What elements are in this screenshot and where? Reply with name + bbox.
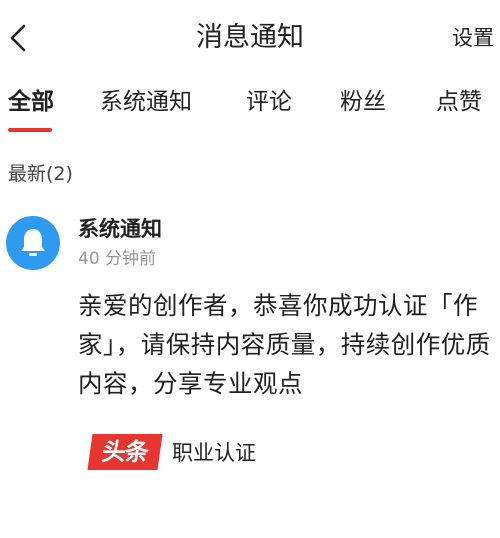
active-tab-indicator [8,128,52,132]
notification-message: 亲爱的创作者，恭喜你成功认证「作家」，请保持内容质量，持续创作优质内容，分享专业… [78,291,491,398]
page-title: 消息通知 [196,22,304,53]
tab-bar: 全部 系统通知 评论 粉丝 点赞 [0,82,500,138]
toutiao-logo: 头条 [87,434,163,470]
bell-icon [21,229,45,256]
header-bar: 消息通知 设置 [0,0,500,76]
tab-followers[interactable]: 粉丝 [340,82,386,122]
notification-time: 40 分钟前 [78,249,157,269]
certification-label: 职业认证 [172,441,256,465]
tab-system-notifications[interactable]: 系统通知 [100,82,192,122]
settings-button[interactable]: 设置 [452,22,494,54]
notification-sender: 系统通知 [78,217,162,241]
notifications-page: 消息通知 设置 全部 系统通知 评论 粉丝 点赞 最新(2) 系统通知 40 分… [0,0,500,538]
avatar[interactable] [6,216,60,270]
section-label-latest: 最新(2) [8,163,73,185]
tab-all[interactable]: 全部 [8,82,54,122]
tab-comments[interactable]: 评论 [246,82,292,122]
tab-likes[interactable]: 点赞 [436,82,482,122]
